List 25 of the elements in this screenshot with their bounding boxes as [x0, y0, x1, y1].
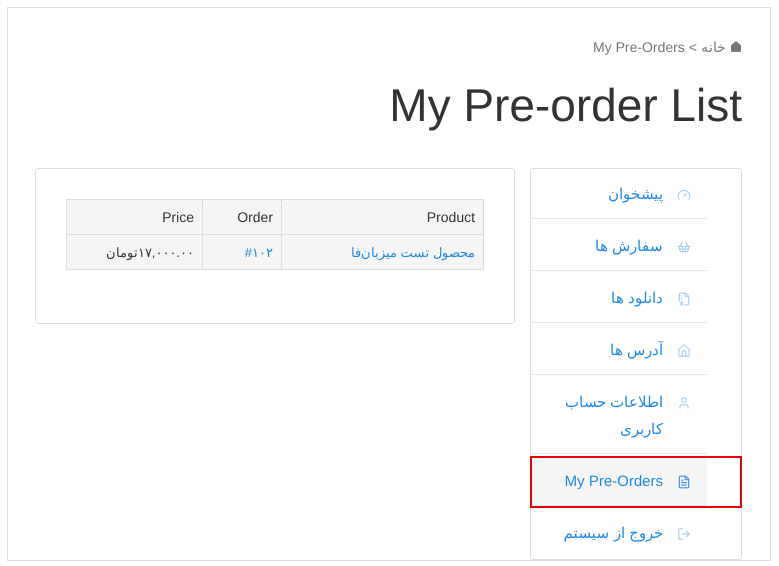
sidebar-item[interactable]: سفارش ها: [532, 223, 707, 271]
document-icon: [677, 474, 691, 488]
sidebar-item[interactable]: آدرس ها: [532, 327, 707, 375]
order-link[interactable]: #۱۰۲: [244, 244, 273, 260]
breadcrumb-separator: >: [688, 39, 697, 55]
product-link[interactable]: محصول تست میزبان‌فا: [350, 244, 475, 260]
gauge-icon: [677, 188, 691, 202]
basket-icon: [677, 240, 691, 254]
sidebar-item[interactable]: دانلود ها: [532, 275, 707, 323]
home-icon: [677, 344, 691, 358]
breadcrumb-link[interactable]: خانه: [701, 39, 726, 55]
sidebar-item[interactable]: خروج از سیستم: [532, 510, 707, 557]
logout-icon: [677, 526, 691, 540]
sidebar-item[interactable]: اطلاعات حساب کاربری: [532, 379, 707, 454]
column-header: Order: [202, 200, 282, 234]
column-header: Product: [282, 200, 484, 234]
user-icon: [677, 396, 691, 410]
breadcrumb-current: My Pre-Orders: [593, 39, 685, 55]
price-cell: ۱۷,۰۰۰.۰۰تومان: [66, 234, 202, 270]
page-title: My Pre-order List: [388, 78, 742, 133]
zip-file-icon: [677, 292, 691, 306]
sidebar-item[interactable]: My Pre-Orders: [532, 458, 707, 506]
sidebar-item[interactable]: پیشخوان: [532, 171, 707, 219]
home-icon: [730, 41, 742, 53]
column-header: Price: [66, 200, 202, 234]
